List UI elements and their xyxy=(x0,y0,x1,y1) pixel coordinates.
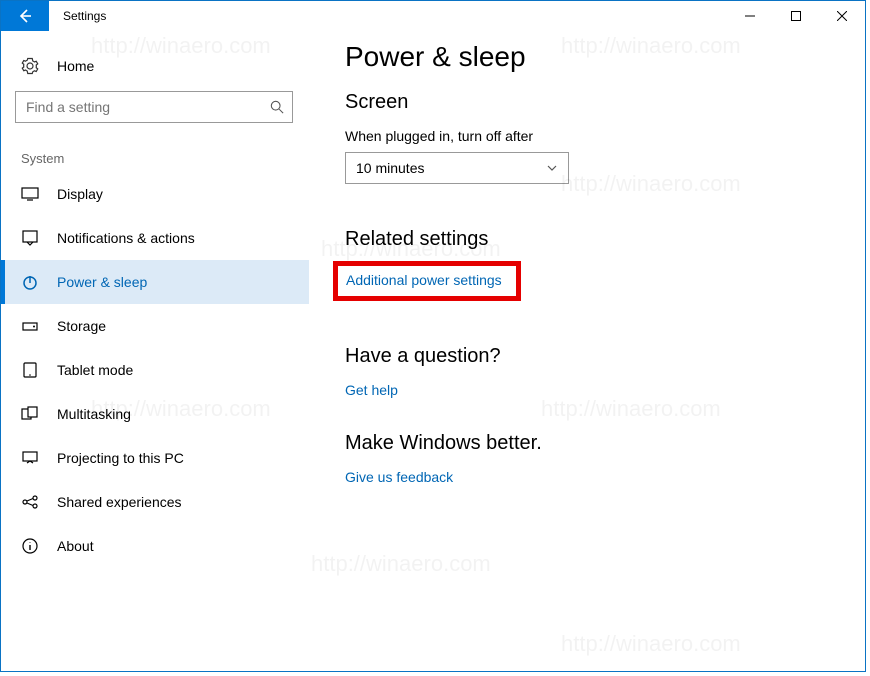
sidebar-item-label: Multitasking xyxy=(43,406,131,422)
power-icon xyxy=(21,273,43,291)
sidebar-item-label: Display xyxy=(43,186,103,202)
search-container xyxy=(1,89,309,137)
multitasking-icon xyxy=(21,405,43,423)
page-title: Power & sleep xyxy=(345,41,835,73)
question-heading: Have a question? xyxy=(345,345,835,368)
back-arrow-icon xyxy=(17,8,33,24)
screen-off-label: When plugged in, turn off after xyxy=(345,128,835,144)
search-icon xyxy=(270,100,284,114)
screen-heading: Screen xyxy=(345,91,835,114)
sidebar-item-about[interactable]: About xyxy=(1,524,309,568)
sidebar-item-notifications[interactable]: Notifications & actions xyxy=(1,216,309,260)
titlebar: Settings xyxy=(1,1,865,31)
get-help-link[interactable]: Get help xyxy=(345,382,398,398)
sidebar-item-multitasking[interactable]: Multitasking xyxy=(1,392,309,436)
back-button[interactable] xyxy=(1,1,49,31)
sidebar-item-storage[interactable]: Storage xyxy=(1,304,309,348)
tablet-icon xyxy=(21,361,43,379)
minimize-icon xyxy=(745,11,755,21)
sidebar-item-label: Projecting to this PC xyxy=(43,450,184,466)
search-input[interactable] xyxy=(24,98,270,116)
sidebar: Home System Display xyxy=(1,31,309,671)
minimize-button[interactable] xyxy=(727,1,773,31)
sidebar-item-label: Shared experiences xyxy=(43,494,182,510)
sidebar-item-tablet-mode[interactable]: Tablet mode xyxy=(1,348,309,392)
sidebar-item-label: Tablet mode xyxy=(43,362,133,378)
close-button[interactable] xyxy=(819,1,865,31)
related-heading: Related settings xyxy=(345,228,835,251)
home-label: Home xyxy=(45,58,94,74)
close-icon xyxy=(837,11,847,21)
display-icon xyxy=(21,185,43,203)
about-icon xyxy=(21,537,43,555)
search-box[interactable] xyxy=(15,91,293,123)
feedback-link[interactable]: Give us feedback xyxy=(345,469,453,485)
shared-icon xyxy=(21,493,43,511)
sidebar-group-label: System xyxy=(1,137,309,172)
better-heading: Make Windows better. xyxy=(345,432,835,455)
sidebar-item-label: About xyxy=(43,538,94,554)
window-title: Settings xyxy=(49,1,727,31)
sidebar-item-projecting[interactable]: Projecting to this PC xyxy=(1,436,309,480)
content-area: Home System Display xyxy=(1,31,865,671)
gear-icon xyxy=(21,57,45,75)
app-window: Settings Home xyxy=(0,0,866,672)
window-controls xyxy=(727,1,865,31)
maximize-button[interactable] xyxy=(773,1,819,31)
dropdown-value: 10 minutes xyxy=(356,160,424,176)
sidebar-item-label: Storage xyxy=(43,318,106,334)
sidebar-item-display[interactable]: Display xyxy=(1,172,309,216)
additional-power-settings-link[interactable]: Additional power settings xyxy=(346,272,502,288)
sidebar-item-label: Power & sleep xyxy=(43,274,147,290)
screen-off-dropdown[interactable]: 10 minutes xyxy=(345,152,569,184)
notifications-icon xyxy=(21,229,43,247)
maximize-icon xyxy=(791,11,801,21)
storage-icon xyxy=(21,317,43,335)
home-button[interactable]: Home xyxy=(1,47,309,89)
chevron-down-icon xyxy=(546,162,558,174)
highlight-annotation: Additional power settings xyxy=(333,261,521,301)
sidebar-item-power-sleep[interactable]: Power & sleep xyxy=(1,260,309,304)
projecting-icon xyxy=(21,449,43,467)
sidebar-item-label: Notifications & actions xyxy=(43,230,195,246)
main-panel: Power & sleep Screen When plugged in, tu… xyxy=(309,31,865,671)
sidebar-item-shared-experiences[interactable]: Shared experiences xyxy=(1,480,309,524)
